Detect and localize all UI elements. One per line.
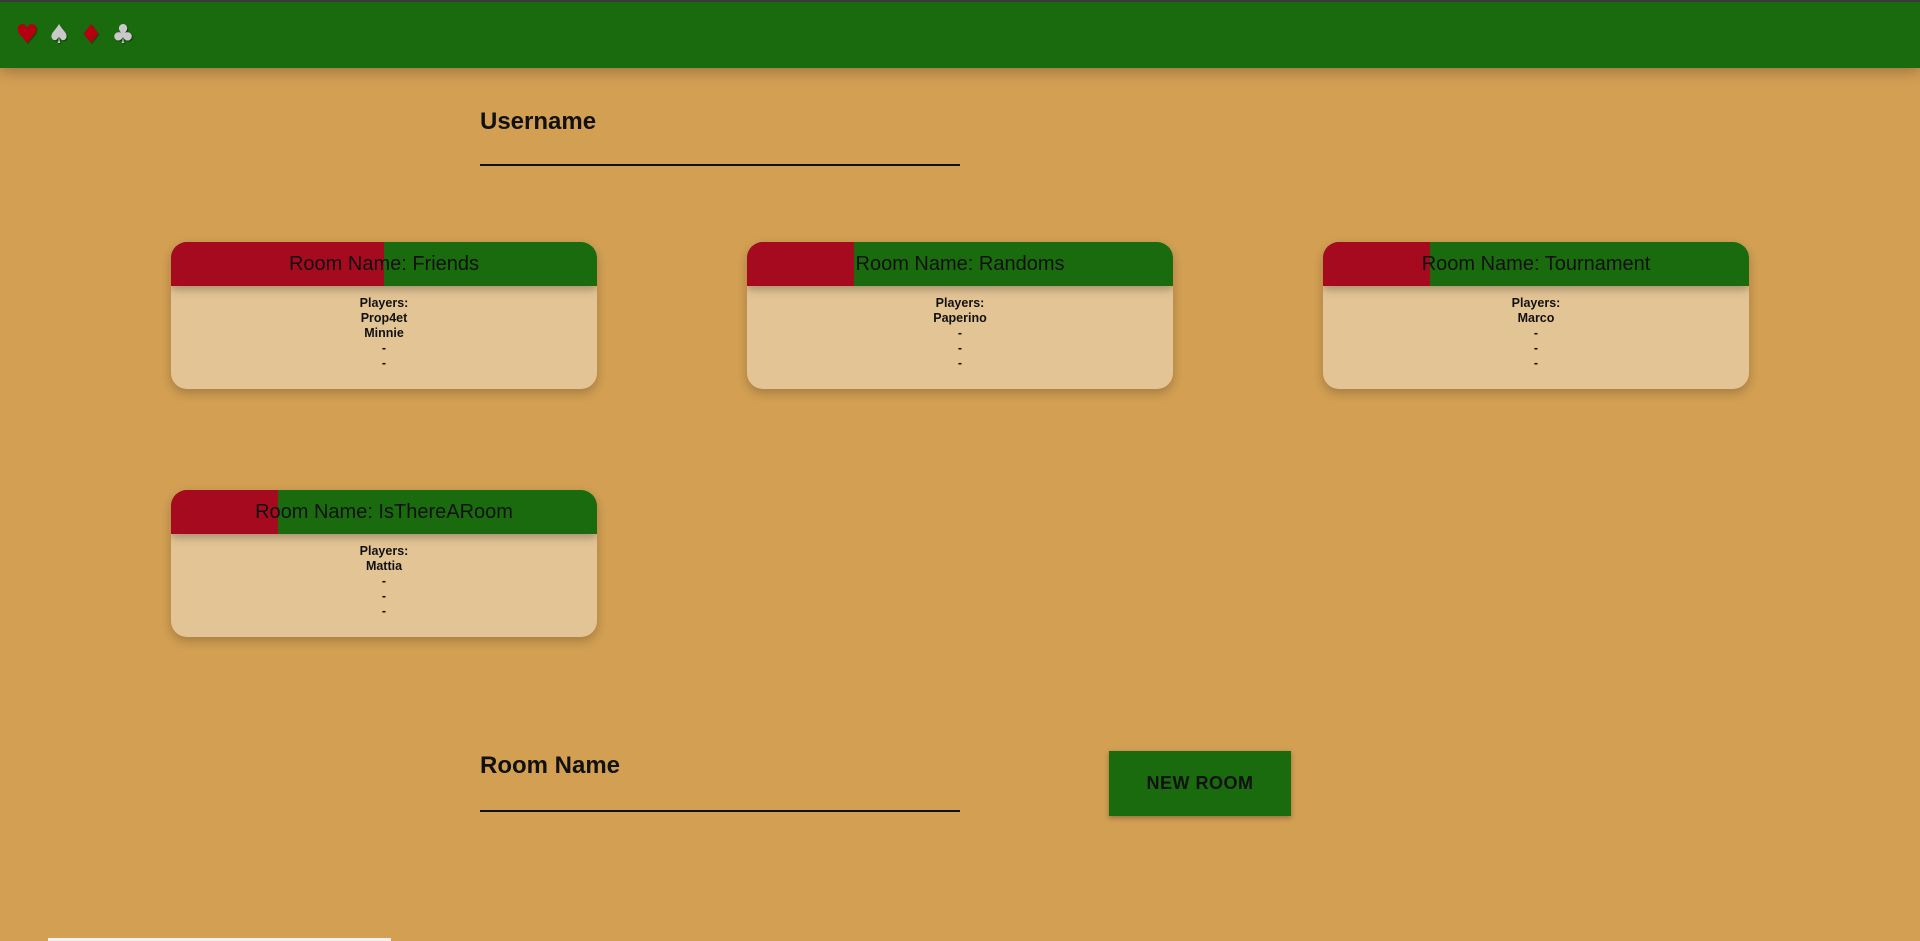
- room-players-list: Players: Marco - - -: [1323, 286, 1749, 371]
- room-card-tournament[interactable]: Room Name: Tournament Players: Marco - -…: [1323, 242, 1749, 389]
- room-players-list: Players: Paperino - - -: [747, 286, 1173, 371]
- players-label: Players:: [935, 296, 985, 310]
- player-slot: -: [381, 604, 387, 618]
- room-card-header: Room Name: Randoms: [747, 242, 1173, 286]
- room-title: Room Name: Tournament: [1421, 253, 1651, 275]
- player-slot: -: [1533, 341, 1539, 355]
- heart-icon: ♥: [15, 20, 39, 50]
- players-label: Players:: [359, 544, 409, 558]
- player-slot: Paperino: [933, 311, 987, 325]
- room-title: Room Name: Friends: [288, 253, 480, 275]
- room-players-list: Players: Prop4et Minnie - -: [171, 286, 597, 371]
- room-title: Room Name: Randoms: [855, 253, 1065, 275]
- spade-icon: ♠: [47, 20, 71, 50]
- room-card-header: Room Name: IsThereARoom: [171, 490, 597, 534]
- room-name-label: Room Name: [480, 752, 621, 779]
- player-slot: -: [957, 341, 963, 355]
- suit-logo: ♥ ♠ ♦ ♣: [14, 20, 136, 50]
- username-input[interactable]: [480, 132, 964, 164]
- room-title: Room Name: IsThereARoom: [255, 501, 513, 523]
- player-slot: Prop4et: [360, 311, 408, 325]
- room-players-list: Players: Mattia - - -: [171, 534, 597, 619]
- player-slot: Minnie: [364, 326, 404, 340]
- player-slot: Marco: [1517, 311, 1555, 325]
- player-slot: -: [957, 356, 963, 370]
- player-slot: Mattia: [365, 559, 403, 573]
- player-slot: -: [381, 589, 387, 603]
- top-bar: ♥ ♠ ♦ ♣: [0, 0, 1920, 68]
- room-name-input[interactable]: [480, 778, 964, 810]
- username-field: Username: [480, 96, 964, 166]
- room-card-header: Room Name: Friends: [171, 242, 597, 286]
- player-slot: -: [1533, 326, 1539, 340]
- club-icon: ♣: [111, 20, 135, 50]
- player-slot: -: [957, 326, 963, 340]
- player-slot: -: [381, 574, 387, 588]
- diamond-icon: ♦: [79, 20, 103, 50]
- room-card-friends[interactable]: Room Name: Friends Players: Prop4et Minn…: [171, 242, 597, 389]
- room-card-randoms[interactable]: Room Name: Randoms Players: Paperino - -…: [747, 242, 1173, 389]
- player-slot: -: [381, 341, 387, 355]
- room-card-istherearoom[interactable]: Room Name: IsThereARoom Players: Mattia …: [171, 490, 597, 637]
- player-slot: -: [381, 356, 387, 370]
- players-label: Players:: [359, 296, 409, 310]
- players-label: Players:: [1511, 296, 1561, 310]
- player-slot: -: [1533, 356, 1539, 370]
- room-card-header: Room Name: Tournament: [1323, 242, 1749, 286]
- room-name-field: Room Name: [480, 740, 964, 812]
- new-room-button[interactable]: NEW ROOM: [1109, 751, 1291, 816]
